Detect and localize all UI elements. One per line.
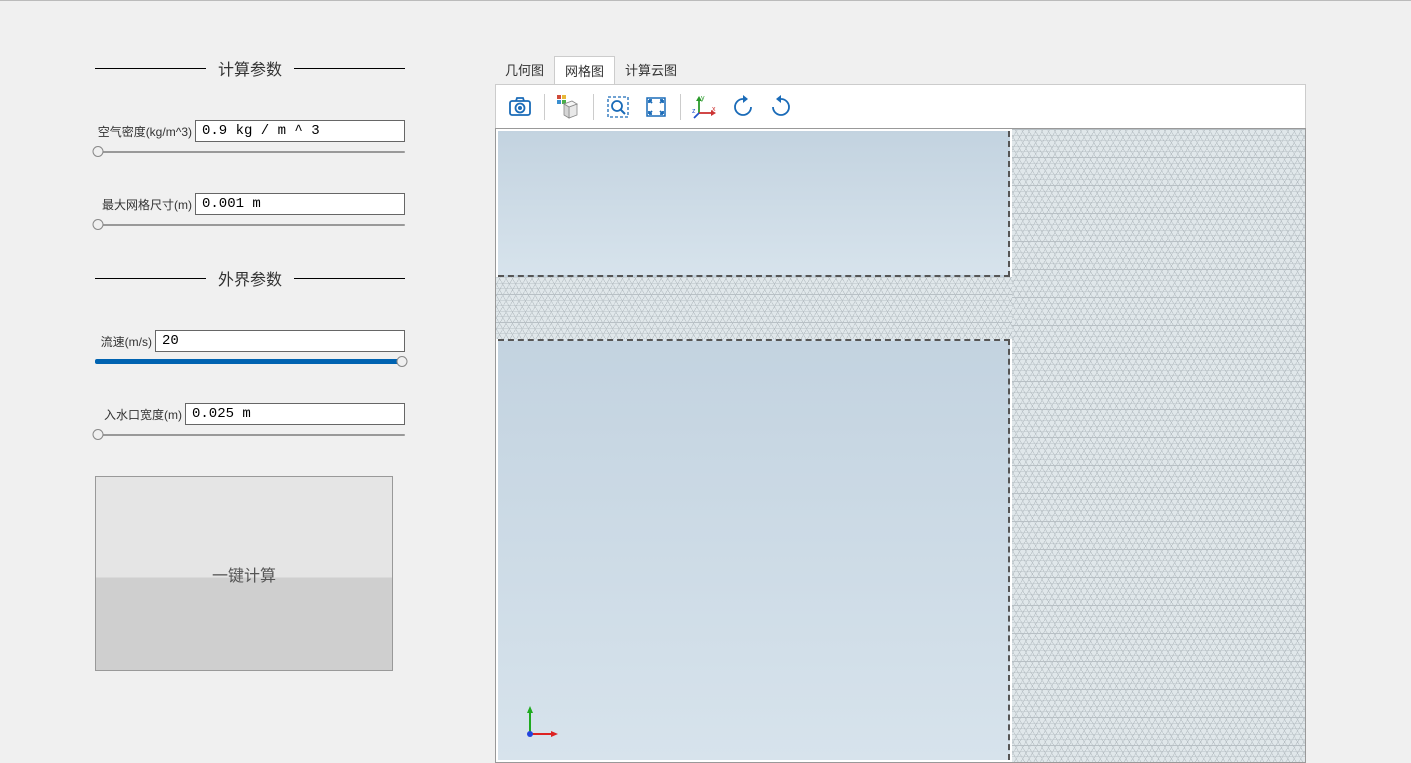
toolbar-separator xyxy=(593,94,594,120)
tab-geometry[interactable]: 几何图 xyxy=(495,56,554,84)
compute-button[interactable]: 一键计算 xyxy=(95,476,393,671)
cube-view-icon xyxy=(556,94,582,120)
tabs: 几何图 网格图 计算云图 xyxy=(495,56,1306,84)
zoom-box-icon xyxy=(606,95,630,119)
coordinate-triad-icon xyxy=(522,702,562,742)
air-density-row: 空气密度(kg/m^3) xyxy=(95,120,405,142)
divider xyxy=(294,68,405,69)
screenshot-icon xyxy=(508,96,532,118)
max-mesh-label: 最大网格尺寸(m) xyxy=(95,196,195,213)
flow-speed-row: 流速(m/s) xyxy=(95,330,405,352)
viewport[interactable] xyxy=(495,128,1306,763)
solid-block-top xyxy=(498,131,1010,277)
cube-view-button[interactable] xyxy=(551,89,587,125)
toolbar-separator xyxy=(680,94,681,120)
calc-params-header: 计算参数 xyxy=(95,56,405,80)
flow-speed-label: 流速(m/s) xyxy=(95,333,155,350)
svg-text:x: x xyxy=(712,106,716,113)
zoom-box-button[interactable] xyxy=(600,89,636,125)
section-title: 外界参数 xyxy=(206,266,294,290)
svg-text:z: z xyxy=(692,108,696,115)
air-density-input[interactable] xyxy=(195,120,405,142)
external-params-header: 外界参数 xyxy=(95,266,405,290)
slider-thumb[interactable] xyxy=(93,429,104,440)
axes-button[interactable]: y x z xyxy=(687,89,723,125)
rotate-ccw-button[interactable] xyxy=(725,89,761,125)
mesh-channel-vertical xyxy=(1012,129,1305,762)
section-title: 计算参数 xyxy=(206,56,294,80)
divider xyxy=(95,278,206,279)
slider-thumb[interactable] xyxy=(396,356,407,367)
max-mesh-input[interactable] xyxy=(195,193,405,215)
sidebar: 计算参数 空气密度(kg/m^3) 最大网格尺寸(m) xyxy=(0,1,495,763)
main-panel: 几何图 网格图 计算云图 xyxy=(495,1,1411,763)
inlet-width-label: 入水口宽度(m) xyxy=(95,406,185,423)
main-container: 计算参数 空气密度(kg/m^3) 最大网格尺寸(m) xyxy=(0,0,1411,763)
svg-text:y: y xyxy=(701,95,705,102)
inlet-width-row: 入水口宽度(m) xyxy=(95,403,405,425)
divider xyxy=(294,278,405,279)
axes-icon: y x z xyxy=(692,94,718,120)
flow-speed-input[interactable] xyxy=(155,330,405,352)
toolbar: y x z xyxy=(495,84,1306,128)
solid-block-bottom xyxy=(498,339,1010,760)
inlet-width-input[interactable] xyxy=(185,403,405,425)
zoom-extents-button[interactable] xyxy=(638,89,674,125)
slider-thumb[interactable] xyxy=(93,146,104,157)
rotate-cw-icon xyxy=(768,94,794,120)
rotate-ccw-icon xyxy=(730,94,756,120)
zoom-extents-icon xyxy=(644,95,668,119)
max-mesh-row: 最大网格尺寸(m) xyxy=(95,193,405,215)
divider xyxy=(95,68,206,69)
tab-results[interactable]: 计算云图 xyxy=(615,56,687,84)
toolbar-separator xyxy=(544,94,545,120)
air-density-label: 空气密度(kg/m^3) xyxy=(95,123,195,140)
screenshot-button[interactable] xyxy=(502,89,538,125)
inlet-width-slider[interactable] xyxy=(95,429,405,441)
tab-mesh[interactable]: 网格图 xyxy=(554,56,615,84)
max-mesh-slider[interactable] xyxy=(95,219,405,231)
rotate-cw-button[interactable] xyxy=(763,89,799,125)
air-density-slider[interactable] xyxy=(95,146,405,158)
slider-thumb[interactable] xyxy=(93,219,104,230)
flow-speed-slider[interactable] xyxy=(95,356,405,368)
